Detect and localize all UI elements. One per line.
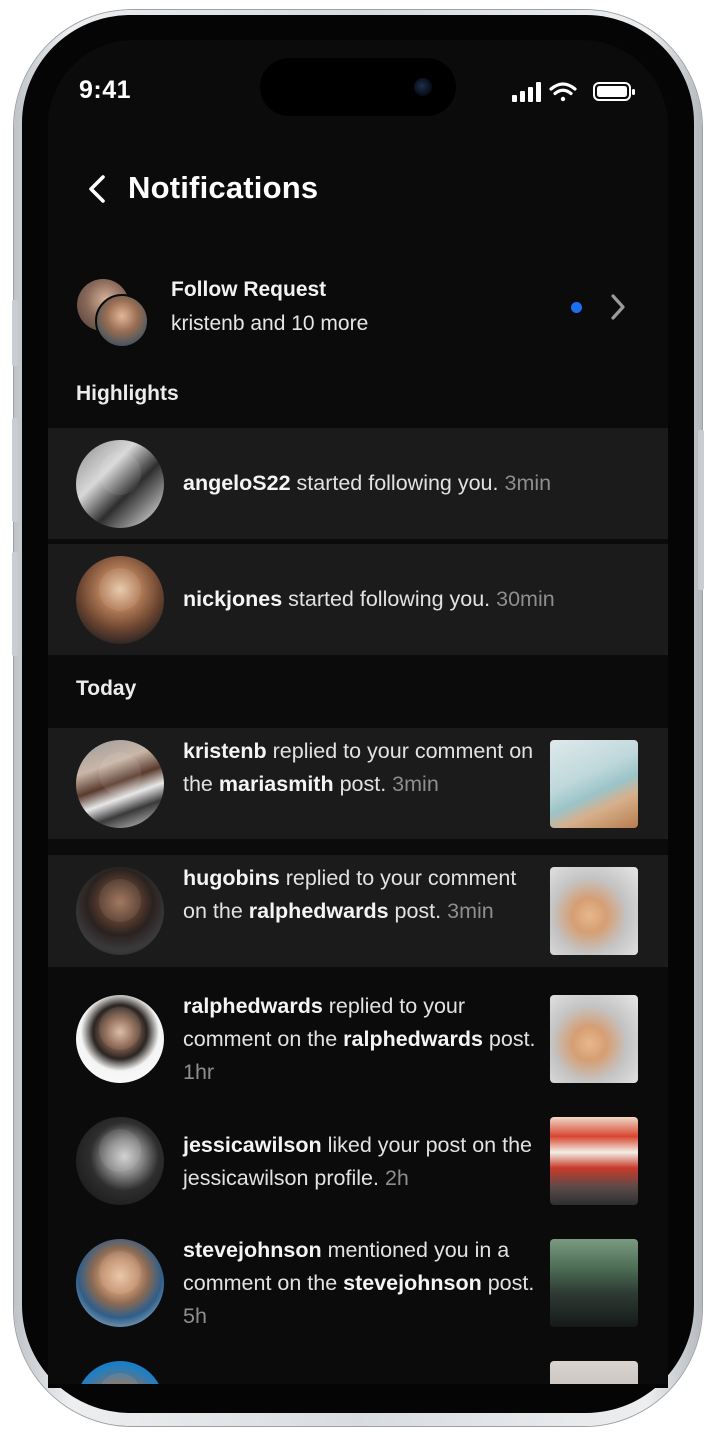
action-button [12, 300, 18, 366]
post-thumbnail[interactable] [550, 740, 638, 828]
volume-down-button [12, 552, 18, 656]
post-thumbnail[interactable] [550, 867, 638, 955]
follow-request-title: Follow Request [171, 278, 327, 301]
battery-icon [593, 82, 635, 101]
notification-text: angeloS22 started following you. 3min [183, 471, 552, 495]
avatar [76, 1361, 164, 1384]
username[interactable]: stevejohnson [343, 1271, 482, 1295]
post-thumbnail[interactable] [550, 1239, 638, 1327]
username[interactable]: jessicawilson [183, 1133, 322, 1157]
notification-text: nickjones started following you. 30min [183, 587, 555, 611]
username[interactable]: angeloS22 [183, 471, 291, 495]
status-icons [512, 82, 635, 102]
front-camera [414, 78, 432, 96]
notification-time: 30min [496, 587, 555, 611]
section-header-today: Today [76, 677, 137, 700]
chevron-right-icon [611, 294, 625, 320]
username[interactable]: mariasmith [219, 772, 334, 796]
notification-item[interactable]: angeloS22 started following you. 3min [48, 428, 668, 539]
username[interactable]: ralphedwards [249, 899, 389, 923]
notification-item[interactable]: jessicawilson liked your post on the jes… [48, 1105, 668, 1217]
page-title: Notifications [128, 170, 319, 205]
back-chevron-icon[interactable] [84, 172, 110, 206]
notification-item[interactable]: ralphedwards replied to your comment on … [48, 983, 668, 1095]
post-thumbnail[interactable] [550, 1361, 638, 1384]
username[interactable]: kristenb [183, 739, 267, 763]
notification-text: stevejohnson mentioned you in a comment … [183, 1238, 535, 1328]
avatar [95, 294, 149, 348]
notification-item[interactable] [48, 1349, 668, 1384]
avatar [76, 440, 164, 528]
screen: 9:41 Notifications Follow Request kriste… [48, 40, 668, 1384]
username[interactable]: ralphedwards [183, 994, 323, 1018]
notification-text: ralphedwards replied to your comment on … [183, 994, 536, 1084]
follow-request-subtitle: kristenb and 10 more [171, 312, 369, 335]
notification-item[interactable]: nickjones started following you. 30min [48, 544, 668, 655]
notification-time: 1hr [183, 1060, 215, 1084]
power-button [698, 430, 704, 590]
avatar [76, 867, 164, 955]
status-time: 9:41 [79, 76, 132, 104]
wifi-icon [549, 82, 577, 102]
notification-item[interactable]: hugobins replied to your comment on the … [48, 855, 668, 967]
notification-time: 5h [183, 1304, 207, 1328]
bezel-bottom [48, 1384, 668, 1388]
volume-up-button [12, 418, 18, 522]
notification-time: 3min [504, 471, 552, 495]
avatar [76, 1117, 164, 1205]
notification-time: 2h [384, 1166, 409, 1190]
notification-time: 3min [392, 772, 439, 796]
avatar [76, 995, 164, 1083]
signal-icon [512, 82, 541, 102]
avatar [76, 556, 164, 644]
section-header-highlights: Highlights [76, 382, 179, 405]
unread-dot-icon [571, 302, 582, 313]
avatar [76, 740, 164, 828]
avatar [76, 1239, 164, 1327]
post-thumbnail[interactable] [550, 1117, 638, 1205]
post-thumbnail[interactable] [550, 995, 638, 1083]
username[interactable]: hugobins [183, 866, 280, 890]
notification-text: hugobins replied to your comment on the … [183, 866, 517, 923]
follow-request-row[interactable]: Follow Request kristenb and 10 more [48, 272, 668, 350]
notification-text: jessicawilson liked your post on the jes… [183, 1133, 532, 1190]
username[interactable]: ralphedwards [343, 1027, 483, 1051]
notification-item[interactable]: stevejohnson mentioned you in a comment … [48, 1227, 668, 1339]
username[interactable]: nickjones [183, 587, 282, 611]
notification-text: kristenb replied to your comment on the … [183, 739, 534, 796]
notification-item[interactable]: kristenb replied to your comment on the … [48, 728, 668, 839]
notification-time: 3min [447, 899, 494, 923]
username[interactable]: stevejohnson [183, 1238, 322, 1262]
